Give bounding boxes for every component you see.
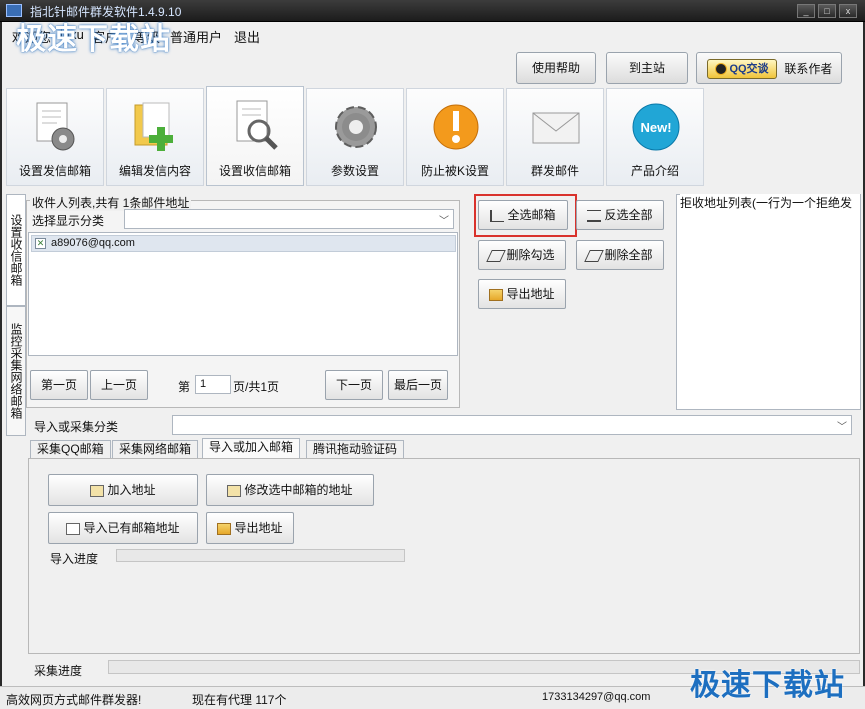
tile-label: 参数设置	[330, 164, 379, 178]
edit-address-icon	[227, 484, 242, 497]
warning-icon	[433, 104, 479, 150]
import-export-button[interactable]: 导出地址	[206, 512, 294, 544]
delete-checked-button[interactable]: 删除勾选	[478, 240, 566, 270]
email-address: a89076@qq.com	[51, 237, 135, 249]
tab-import-add[interactable]: 导入或加入邮箱	[202, 438, 301, 458]
tile-label: 产品介绍	[630, 164, 679, 178]
category-label: 选择显示分类	[32, 214, 105, 228]
import-progress-bar	[116, 549, 405, 562]
maximize-button[interactable]: □	[818, 4, 836, 18]
import-category-label: 导入或采集分类	[34, 420, 119, 434]
qq-penguin-icon	[715, 62, 728, 75]
eraser-icon	[486, 249, 507, 262]
add-folder-icon	[134, 102, 173, 151]
tile-label: 设置收信邮箱	[218, 164, 291, 178]
list-item[interactable]: ✕ a89076@qq.com	[31, 235, 456, 252]
gear-document-icon	[36, 102, 75, 151]
first-page-button[interactable]: 第一页	[30, 370, 88, 400]
qq-chat-badge[interactable]: QQ交谈	[707, 58, 777, 79]
tile-anti-block[interactable]: 防止被K设置	[406, 88, 504, 186]
tab-captcha[interactable]: 腾讯拖动验证码	[306, 440, 405, 458]
side-tab-monitor[interactable]: 监控采集网络邮箱	[6, 306, 26, 436]
envelope-icon	[532, 112, 580, 144]
tab-collect-web[interactable]: 采集网络邮箱	[112, 440, 199, 458]
tile-label: 防止被K设置	[420, 164, 489, 178]
import-progress-label: 导入进度	[50, 552, 99, 566]
side-tab-receive[interactable]: 设置收信邮箱	[6, 194, 26, 306]
collect-progress-label: 采集进度	[34, 664, 83, 678]
minimize-button[interactable]: _	[797, 4, 815, 18]
new-badge-icon: New!	[632, 103, 680, 151]
reject-legend: 拒收地址列表(一行为一个拒绝发	[680, 194, 860, 211]
export-icon	[217, 522, 232, 535]
invert-selection-button[interactable]: 反选全部	[576, 200, 664, 230]
tile-send-mail[interactable]: 群发邮件	[506, 88, 604, 186]
add-address-button[interactable]: 加入地址	[48, 474, 198, 506]
next-page-button[interactable]: 下一页	[325, 370, 383, 400]
checkbox-icon[interactable]: ✕	[35, 238, 46, 249]
select-all-icon	[490, 209, 505, 222]
watermark-bottom: 极速下载站	[690, 669, 845, 702]
tile-label: 群发邮件	[530, 164, 579, 178]
status-slogan: 高效网页方式邮件群发器!	[6, 693, 142, 707]
close-button[interactable]: x	[839, 4, 857, 18]
import-icon	[66, 522, 81, 535]
status-email: 1733134297@qq.com	[542, 691, 651, 703]
import-category-select[interactable]: ﹀	[172, 415, 852, 435]
main-window: 欢迎您 luxu 客户 等级 普通用户 退出 使用帮助 到主站 QQ交谈 联系作…	[2, 22, 863, 686]
modify-address-button[interactable]: 修改选中邮箱的地址	[206, 474, 374, 506]
page-input[interactable]: 1	[195, 375, 231, 394]
tab-collect-qq[interactable]: 采集QQ邮箱	[30, 440, 111, 458]
export-icon	[489, 288, 504, 301]
reject-list[interactable]	[676, 194, 861, 410]
contact-author-button[interactable]: QQ交谈 联系作者	[696, 52, 842, 84]
watermark-top: 极速下载站	[16, 23, 171, 56]
tile-label: 编辑发信内容	[118, 164, 191, 178]
tile-parameters[interactable]: 参数设置	[306, 88, 404, 186]
add-address-icon	[90, 484, 105, 497]
tile-product-info[interactable]: New! 产品介绍	[606, 88, 704, 186]
chevron-down-icon: ﹀	[837, 422, 847, 433]
logout-link[interactable]: 退出	[234, 27, 260, 46]
export-address-button[interactable]: 导出地址	[478, 279, 566, 309]
page-prefix: 第	[178, 380, 191, 394]
recipient-list[interactable]: ✕ a89076@qq.com	[28, 232, 458, 356]
user-level: 普通用户	[170, 30, 223, 45]
tile-send-mailbox[interactable]: 设置发信邮箱	[6, 88, 104, 186]
category-select[interactable]: ﹀	[124, 209, 454, 229]
new-badge-text: New!	[640, 120, 671, 135]
home-button[interactable]: 到主站	[606, 52, 688, 84]
tile-edit-content[interactable]: 编辑发信内容	[106, 88, 204, 186]
invert-icon	[587, 209, 602, 222]
gear-icon	[335, 106, 377, 148]
page-suffix: 页/共1页	[233, 380, 280, 394]
last-page-button[interactable]: 最后一页	[388, 370, 448, 400]
prev-page-button[interactable]: 上一页	[90, 370, 148, 400]
tile-receive-mailbox[interactable]: 设置收信邮箱	[206, 86, 304, 186]
contact-label: 联系作者	[784, 61, 833, 76]
tile-label: 设置发信邮箱	[18, 164, 91, 178]
status-proxy-count: 现在有代理 117个	[192, 693, 287, 707]
delete-all-button[interactable]: 删除全部	[576, 240, 664, 270]
eraser-icon	[584, 249, 605, 262]
select-all-button[interactable]: 全选邮箱	[478, 200, 568, 230]
import-existing-button[interactable]: 导入已有邮箱地址	[48, 512, 198, 544]
help-button[interactable]: 使用帮助	[516, 52, 596, 84]
chevron-down-icon: ﹀	[439, 216, 449, 227]
search-document-icon	[236, 100, 278, 150]
